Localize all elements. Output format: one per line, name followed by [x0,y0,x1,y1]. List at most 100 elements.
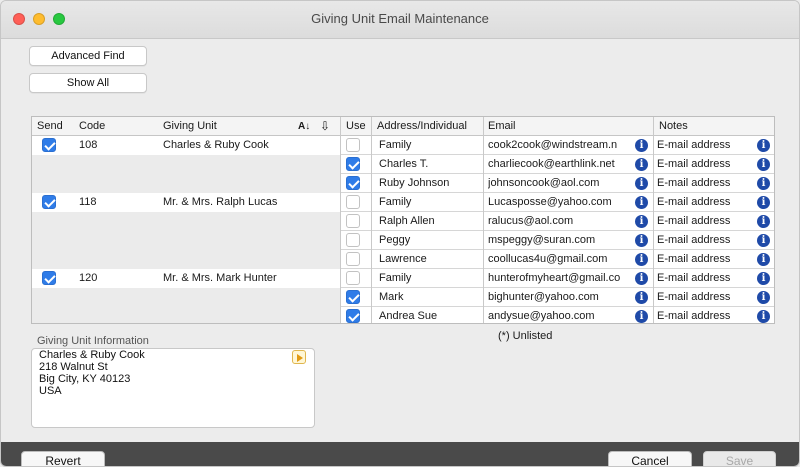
notes-cell: E-mail address [657,215,731,227]
app-window: Giving Unit Email Maintenance Advanced F… [0,0,800,467]
email-cell[interactable]: charliecook@earthlink.net [488,155,630,174]
address-cell: Family [379,139,412,151]
use-checkbox[interactable] [346,290,360,304]
giving-unit-info-line: USA [39,385,62,397]
email-cell[interactable]: ralucus@aol.com [488,212,630,231]
column-header-address[interactable]: Address/Individual [377,117,467,136]
address-cell: Ruby Johnson [379,177,450,189]
address-cell: Family [379,196,412,208]
use-checkbox[interactable] [346,176,360,190]
column-divider [653,117,654,323]
use-checkbox[interactable] [346,233,360,247]
cancel-button[interactable]: Cancel [608,451,692,466]
email-cell[interactable]: hunterofmyheart@gmail.co [488,269,630,288]
giving-unit-email-table: Send Code Giving Unit A↓ ⇩ Use Address/I… [31,116,775,324]
notes-cell: E-mail address [657,139,731,151]
column-header-code[interactable]: Code [79,117,105,136]
giving-unit-cell [163,155,338,174]
table-row[interactable]: Ralph Allen ralucus@aol.com i E-mail addres… [32,212,774,231]
send-checkbox[interactable] [42,195,56,209]
notes-info-icon[interactable]: i [757,234,770,247]
use-checkbox[interactable] [346,195,360,209]
table-row[interactable]: 118 Mr. & Mrs. Ralph Lucas Family Lucasposs… [32,193,774,212]
send-checkbox[interactable] [42,271,56,285]
address-cell: Charles T. [379,158,429,170]
table-row[interactable]: 108 Charles & Ruby Cook Family cook2cook@wi… [32,136,774,155]
email-cell[interactable]: andysue@yahoo.com [488,307,630,323]
sort-az-icon[interactable]: A↓ [298,117,310,136]
email-info-icon[interactable]: i [635,253,648,266]
column-header-notes[interactable]: Notes [659,117,688,136]
email-info-icon[interactable]: i [635,272,648,285]
column-header-send[interactable]: Send [37,117,63,136]
save-button[interactable]: Save [703,451,776,466]
advanced-find-button[interactable]: Advanced Find [29,46,147,66]
notes-info-icon[interactable]: i [757,291,770,304]
notes-info-icon[interactable]: i [757,158,770,171]
use-checkbox[interactable] [346,252,360,266]
play-arrow-icon[interactable] [292,350,306,364]
notes-info-icon[interactable]: i [757,139,770,152]
table-row[interactable]: Andrea Sue andysue@yahoo.com i E-mail addre… [32,307,774,323]
email-cell[interactable]: mspeggy@suran.com [488,231,630,250]
giving-unit-cell: Charles & Ruby Cook [163,139,269,151]
code-cell: 120 [79,272,98,284]
notes-cell: E-mail address [657,253,731,265]
column-header-use[interactable]: Use [346,117,366,136]
notes-cell: E-mail address [657,196,731,208]
table-row[interactable]: Mark bighunter@yahoo.com i E-mail address i [32,288,774,307]
notes-info-icon[interactable]: i [757,253,770,266]
notes-cell: E-mail address [657,177,731,189]
email-info-icon[interactable]: i [635,291,648,304]
email-cell[interactable]: coollucas4u@gmail.com [488,250,630,269]
use-checkbox[interactable] [346,214,360,228]
sort-direction-icon[interactable]: ⇩ [320,117,330,136]
giving-unit-info-line: Big City, KY 40123 [39,373,131,385]
notes-cell: E-mail address [657,291,731,303]
email-cell[interactable]: Lucasposse@yahoo.com [488,193,630,212]
email-info-icon[interactable]: i [635,234,648,247]
notes-cell: E-mail address [657,272,731,284]
unlisted-note: (*) Unlisted [498,330,553,342]
email-info-icon[interactable]: i [635,158,648,171]
table-row[interactable]: Peggy mspeggy@suran.com i E-mail address i [32,231,774,250]
email-info-icon[interactable]: i [635,139,648,152]
address-cell: Ralph Allen [379,215,435,227]
email-cell[interactable]: johnsoncook@aol.com [488,174,630,193]
email-info-icon[interactable]: i [635,177,648,190]
column-divider [371,117,372,323]
code-cell: 118 [79,196,97,208]
code-cell: 108 [79,139,98,151]
send-checkbox[interactable] [42,138,56,152]
show-all-button[interactable]: Show All [29,73,147,93]
giving-unit-info-box: Charles & Ruby Cook 218 Walnut St Big Ci… [31,348,315,428]
giving-unit-cell: Mr. & Mrs. Ralph Lucas [163,196,278,208]
table-header: Send Code Giving Unit A↓ ⇩ Use Address/I… [32,117,774,136]
notes-info-icon[interactable]: i [757,310,770,323]
column-header-giving-unit[interactable]: Giving Unit [163,117,217,136]
email-info-icon[interactable]: i [635,215,648,228]
use-checkbox[interactable] [346,157,360,171]
email-cell[interactable]: cook2cook@windstream.n [488,136,630,155]
table-row[interactable]: 120 Mr. & Mrs. Mark Hunter Family hunterofm… [32,269,774,288]
use-checkbox[interactable] [346,271,360,285]
notes-info-icon[interactable]: i [757,215,770,228]
use-checkbox[interactable] [346,309,360,323]
giving-unit-cell [163,212,338,231]
table-row[interactable]: Lawrence coollucas4u@gmail.com i E-mail add… [32,250,774,269]
revert-button[interactable]: Revert [21,451,105,466]
giving-unit-cell [163,307,338,323]
notes-info-icon[interactable]: i [757,177,770,190]
email-info-icon[interactable]: i [635,310,648,323]
column-divider [483,117,484,323]
address-cell: Andrea Sue [379,310,438,322]
notes-cell: E-mail address [657,234,731,246]
notes-info-icon[interactable]: i [757,196,770,209]
table-row[interactable]: Charles T. charliecook@earthlink.net i E-ma… [32,155,774,174]
table-row[interactable]: Ruby Johnson johnsoncook@aol.com i E-mail a… [32,174,774,193]
column-header-email[interactable]: Email [488,117,516,136]
notes-info-icon[interactable]: i [757,272,770,285]
email-info-icon[interactable]: i [635,196,648,209]
use-checkbox[interactable] [346,138,360,152]
email-cell[interactable]: bighunter@yahoo.com [488,288,630,307]
